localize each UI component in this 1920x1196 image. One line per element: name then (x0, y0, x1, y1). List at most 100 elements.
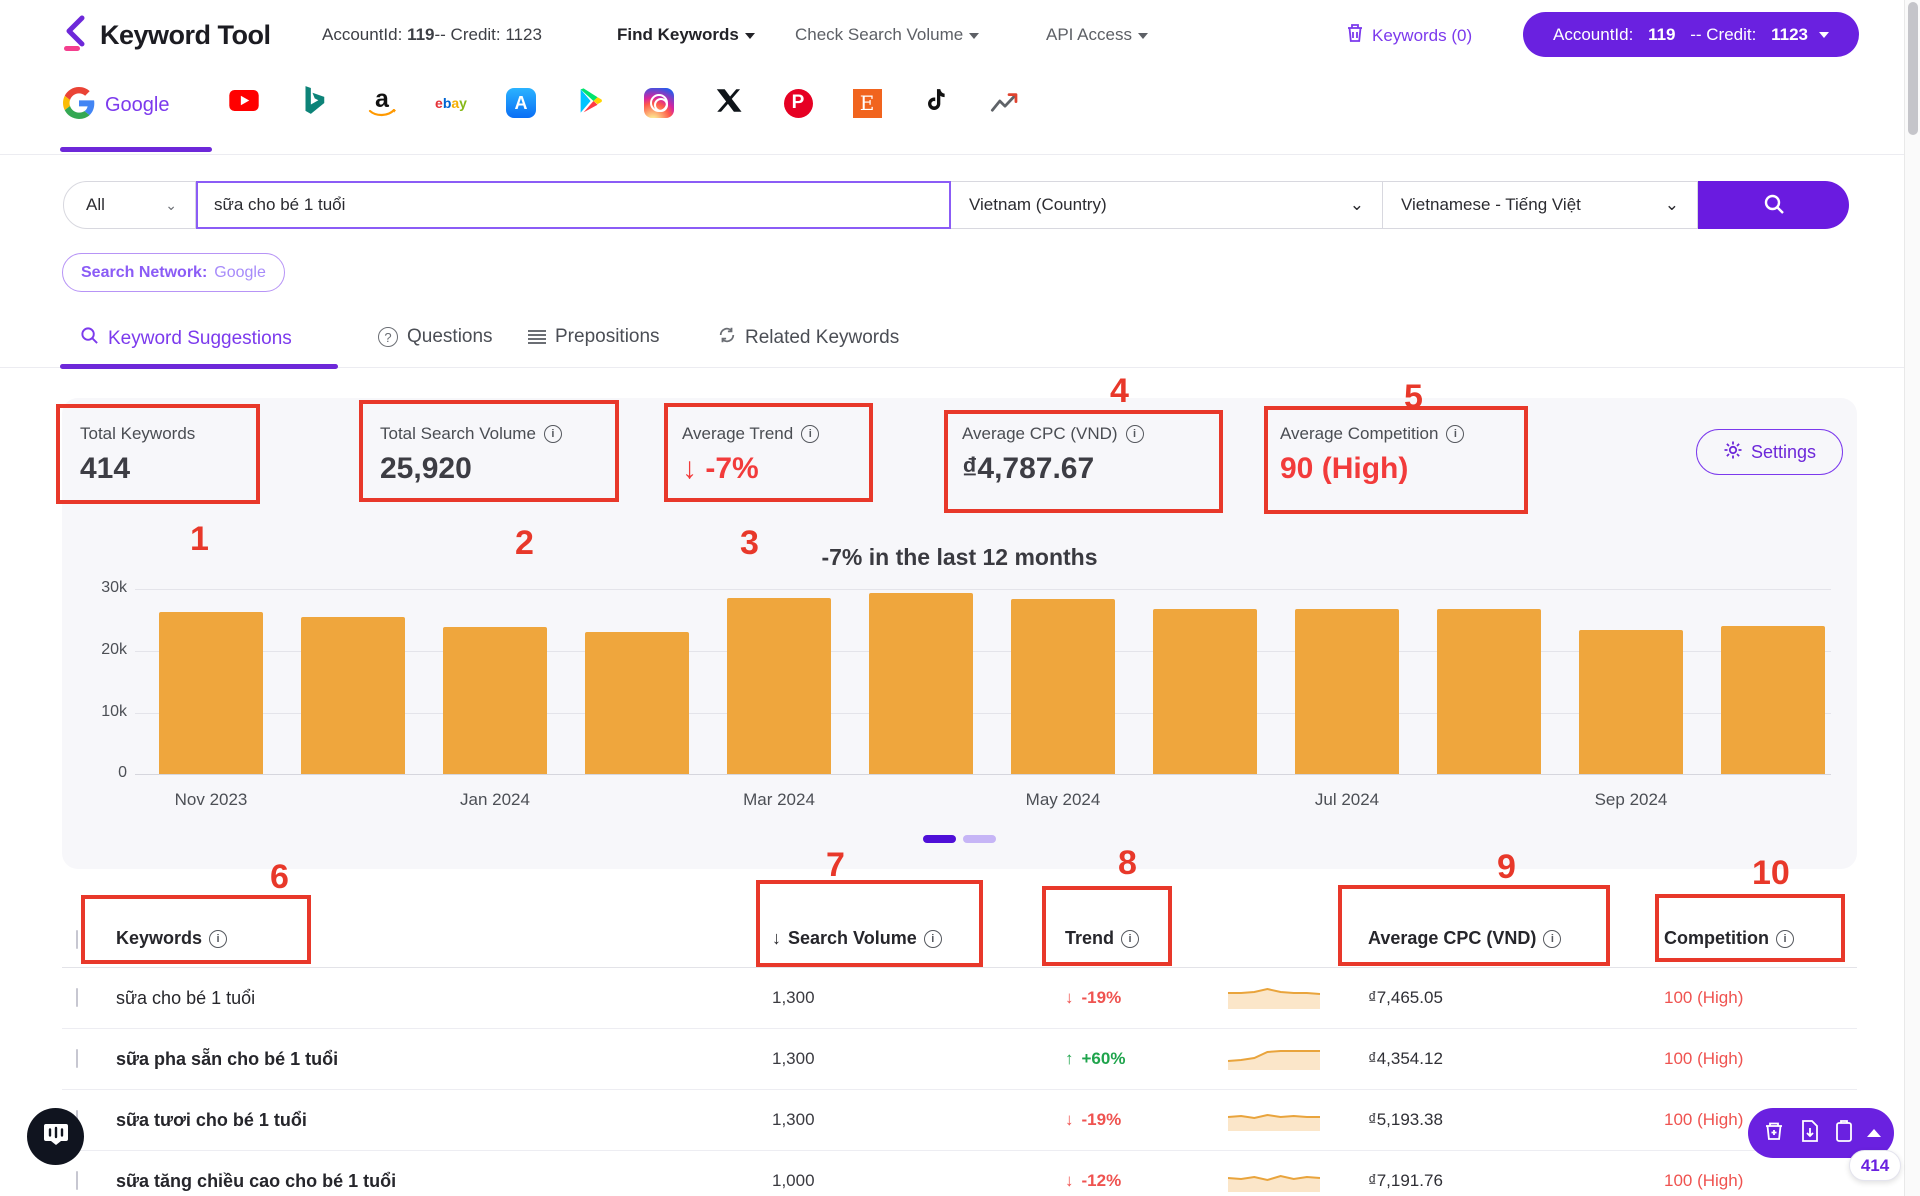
brand-icon (60, 14, 90, 57)
chat-button[interactable] (27, 1108, 84, 1165)
ebay-icon: ebay (435, 95, 467, 111)
info-icon[interactable]: i (923, 929, 942, 948)
platform-tab-trends[interactable] (987, 85, 1023, 121)
platform-tab-app-store[interactable]: A (503, 85, 539, 121)
tab-related-keywords[interactable]: Related Keywords (718, 326, 899, 350)
question-icon: ? (378, 327, 398, 347)
pagination-dot-active[interactable] (923, 835, 956, 843)
youtube-icon (229, 90, 259, 116)
keyword-cell[interactable]: sữa tăng chiều cao cho bé 1 tuổi (116, 1171, 772, 1192)
row-checkbox[interactable] (76, 1171, 78, 1190)
selected-count-badge: 414 (1849, 1150, 1901, 1181)
keywords-basket-button[interactable]: Keywords (0) (1345, 22, 1472, 49)
tiktok-icon (923, 87, 949, 120)
refresh-icon (718, 326, 736, 350)
platform-tab-tiktok[interactable] (918, 85, 954, 121)
brand-name: Keyword Tool (100, 20, 271, 50)
platform-tab-youtube[interactable] (226, 85, 262, 121)
search-input[interactable] (196, 181, 951, 229)
header-keywords[interactable]: Keywords i (116, 928, 772, 949)
menu-find-keywords[interactable]: Find Keywords (617, 25, 755, 45)
language-select[interactable]: Vietnamese - Tiếng Việt ⌄ (1383, 181, 1698, 229)
tab-keyword-suggestions[interactable]: Keyword Suggestions (80, 326, 292, 351)
bar-jan-2024 (443, 627, 547, 774)
export-download-icon[interactable] (1799, 1119, 1821, 1148)
chevron-down-icon: ⌄ (1664, 195, 1679, 214)
header-competition[interactable]: Competition i (1664, 928, 1857, 949)
tab-prepositions[interactable]: Prepositions (528, 326, 660, 348)
search-volume-cell: 1,300 (772, 1110, 815, 1129)
header-average-cpc[interactable]: Average CPC (VND) i (1368, 928, 1664, 949)
chevron-down-icon: ⌄ (165, 196, 177, 213)
tab-questions[interactable]: ? Questions (378, 326, 493, 348)
info-icon[interactable]: i (1543, 929, 1562, 948)
platform-tab-google-play[interactable] (572, 85, 608, 121)
table-row[interactable]: sữa pha sẵn cho bé 1 tuổi 1,300 ↑ +60% ₫4,35… (62, 1029, 1857, 1090)
search-volume-cell: 1,300 (772, 1049, 815, 1068)
table-row[interactable]: sữa tăng chiều cao cho bé 1 tuổi 1,000 ↓ -1… (62, 1151, 1857, 1196)
keyword-cell[interactable]: sữa pha sẵn cho bé 1 tuổi (116, 1049, 772, 1070)
trend-arrow-icon: ↓ (1065, 1110, 1074, 1129)
platform-tab-ebay[interactable]: ebay (433, 85, 469, 121)
copy-clipboard-icon[interactable] (1834, 1119, 1854, 1148)
select-all-checkbox[interactable] (76, 930, 78, 949)
keyword-cell[interactable]: sữa cho bé 1 tuổi (116, 988, 772, 1009)
platform-tabs: Google a ebay A P E (0, 69, 1904, 155)
x-axis-tick: Jul 2024 (1314, 790, 1380, 809)
row-checkbox[interactable] (76, 988, 78, 1007)
trend-arrow-icon: ↓ (1065, 1171, 1074, 1190)
platform-label-google: Google (105, 94, 170, 116)
chevron-down-icon: ⌄ (1349, 195, 1364, 214)
info-icon[interactable]: i (209, 929, 228, 948)
cpc-cell: ₫4,354.12 (1368, 1049, 1443, 1068)
account-credit-button[interactable]: AccountId: 119 -- Credit: 1123 (1523, 12, 1859, 57)
trend-cell: ↑ +60% (1065, 1049, 1126, 1068)
sort-desc-icon: ↓ (772, 928, 781, 948)
table-body: sữa cho bé 1 tuổi 1,300 ↓ -19% ₫7,465.05 100 … (62, 968, 1857, 1196)
table-row[interactable]: sữa tươi cho bé 1 tuổi 1,300 ↓ -19% ₫5,193.3… (62, 1090, 1857, 1151)
brand-logo[interactable]: Keyword Tool (60, 14, 271, 57)
keyword-tool-app: Keyword Tool AccountId: 119-- Credit: 11… (0, 0, 1920, 1196)
row-checkbox[interactable] (76, 1049, 78, 1068)
menu-api-access[interactable]: API Access (1046, 25, 1148, 45)
bar-sep-2024 (1579, 630, 1683, 774)
x-axis-tick: Mar 2024 (743, 790, 815, 809)
gridline (135, 774, 1831, 775)
scrollbar-thumb[interactable] (1908, 2, 1918, 135)
search-network-badge[interactable]: Search Network: Google (62, 253, 285, 292)
trend-cell: ↓ -12% (1065, 1171, 1122, 1190)
country-select[interactable]: Vietnam (Country) ⌄ (951, 181, 1383, 229)
chart-pagination (62, 835, 1857, 843)
cpc-cell: ₫7,465.05 (1368, 988, 1443, 1007)
table-row[interactable]: sữa cho bé 1 tuổi 1,300 ↓ -19% ₫7,465.05 100 … (62, 968, 1857, 1029)
pinterest-icon: P (783, 88, 813, 118)
platform-tab-amazon[interactable]: a (364, 85, 400, 121)
trend-cell: ↓ -19% (1065, 988, 1122, 1007)
keywords-table: Keywords i ↓ Search Volume i Trend i Averag… (62, 880, 1857, 1196)
competition-cell: 100 (High) (1664, 988, 1744, 1007)
account-info: AccountId: 119-- Credit: 1123 (322, 25, 542, 44)
header-search-volume[interactable]: ↓ Search Volume i (772, 928, 1055, 949)
bar-nov-2023 (159, 612, 263, 774)
platform-tab-pinterest[interactable]: P (780, 85, 816, 121)
platform-tab-x[interactable] (710, 85, 746, 121)
platform-tab-instagram[interactable] (641, 85, 677, 121)
bar-dec-2023 (301, 617, 405, 774)
category-select[interactable]: All ⌄ (63, 181, 196, 229)
x-axis-tick: Sep 2024 (1594, 790, 1668, 809)
info-icon[interactable]: i (1776, 929, 1794, 948)
pagination-dot[interactable] (963, 835, 996, 843)
bar-jun-2024 (1153, 609, 1257, 774)
bing-icon (300, 85, 326, 121)
info-icon[interactable]: i (1121, 929, 1140, 948)
platform-tab-etsy[interactable]: E (849, 85, 885, 121)
platform-tab-bing[interactable] (295, 85, 331, 121)
collapse-up-icon[interactable] (1866, 1129, 1881, 1137)
search-button[interactable] (1698, 181, 1849, 229)
platform-tab-google[interactable]: Google (63, 87, 170, 124)
menu-check-search-volume[interactable]: Check Search Volume (795, 25, 980, 45)
header-trend[interactable]: Trend i (1055, 928, 1228, 949)
bar-chart: 30k 20k 10k 0 (62, 398, 1857, 781)
keyword-cell[interactable]: sữa tươi cho bé 1 tuổi (116, 1110, 772, 1131)
add-to-basket-icon[interactable] (1762, 1119, 1786, 1148)
